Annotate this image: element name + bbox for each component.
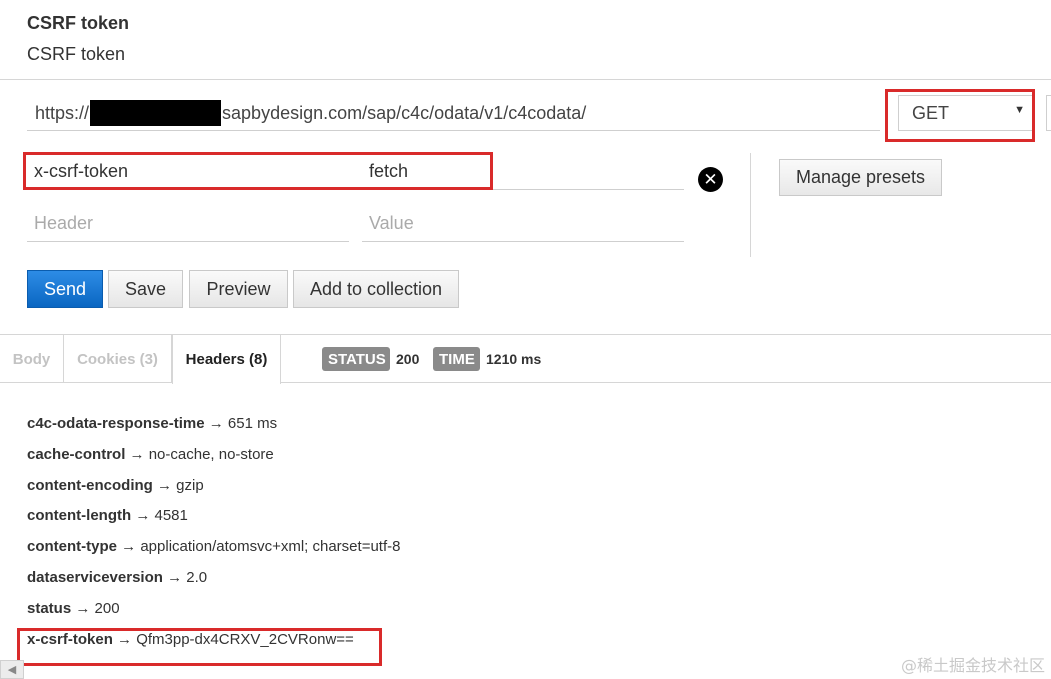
arrow-icon: → [208,415,224,432]
arrow-icon: → [135,507,151,524]
manage-presets-button[interactable]: Manage presets [779,159,942,196]
url-input[interactable]: https:// sapbydesign.com/sap/c4c/odata/v… [27,96,880,131]
url-params-button[interactable] [1046,95,1051,131]
status-value: 200 [396,351,420,367]
tab-cookies[interactable]: Cookies (3) [64,335,172,383]
time-value: 1210 ms [486,351,542,367]
response-header-value: 4581 [154,507,188,524]
page-subtitle: CSRF token [27,44,126,64]
highlight-box [885,89,1035,142]
response-header-row: content-type → application/atomsvc+xml; … [27,538,400,555]
response-header-row: c4c-odata-response-time → 651 ms [27,415,277,432]
response-header-key: status [27,600,72,617]
scroll-left-icon[interactable]: ◀ [0,660,24,679]
page-title: CSRF token [27,13,130,33]
response-header-row: content-encoding → gzip [27,477,204,494]
url-prefix: https:// [35,102,90,123]
new-header-value-input[interactable]: Value [362,206,684,242]
url-suffix: sapbydesign.com/sap/c4c/odata/v1/c4codat… [222,102,587,123]
tab-headers[interactable]: Headers (8) [172,335,281,384]
highlight-box [23,152,493,190]
response-header-value: no-cache, no-store [148,446,274,463]
response-header-row: cache-control → no-cache, no-store [27,446,274,463]
arrow-icon: → [75,600,91,617]
watermark: @稀土掘金技术社区 [900,656,1045,675]
response-header-key: content-type [27,538,117,555]
response-header-key: content-length [27,507,132,524]
tab-body[interactable]: Body [0,335,64,383]
arrow-icon: → [167,569,183,586]
arrow-icon: → [157,477,172,494]
time-badge: TIME [433,347,480,371]
arrow-icon: → [129,446,145,463]
new-header-key-input[interactable]: Header [27,206,349,242]
response-header-value: gzip [176,477,204,494]
response-header-value: 200 [94,600,120,617]
response-header-value: 651 ms [227,415,278,432]
divider [0,79,1051,80]
save-button[interactable]: Save [108,270,183,308]
arrow-icon: → [121,538,137,555]
redacted-block [90,100,222,126]
divider [750,153,751,257]
response-header-key: c4c-odata-response-time [27,415,205,432]
remove-header-icon[interactable]: ✕ [698,167,723,192]
response-header-row: dataserviceversion → 2.0 [27,569,207,586]
response-header-value: 2.0 [186,569,208,586]
response-header-key: content-encoding [27,477,153,494]
response-header-key: cache-control [27,446,126,463]
response-header-value: application/atomsvc+xml; charset=utf-8 [140,538,401,555]
response-header-row: status → 200 [27,600,120,617]
response-header-row: content-length → 4581 [27,507,188,524]
send-button[interactable]: Send [27,270,103,308]
preview-button[interactable]: Preview [189,270,288,308]
highlight-box [17,628,382,666]
status-badge: STATUS [322,347,390,371]
response-header-key: dataserviceversion [27,569,163,586]
add-to-collection-button[interactable]: Add to collection [293,270,459,308]
